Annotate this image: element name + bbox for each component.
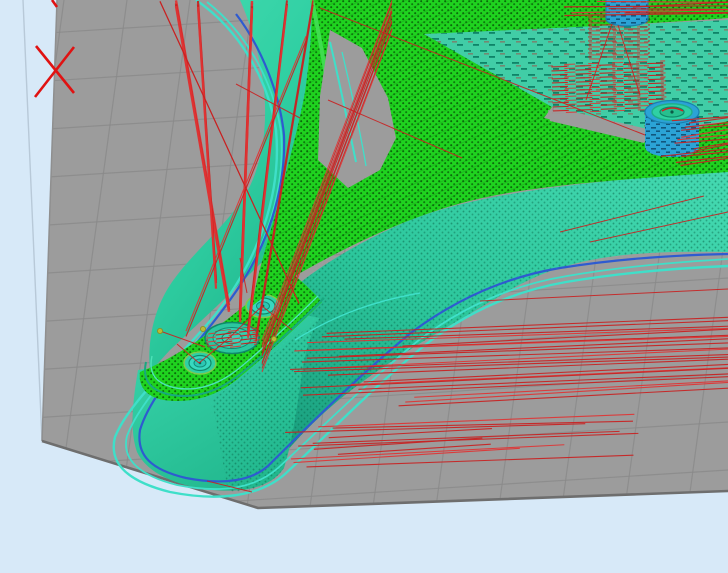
retraction-marker: [157, 328, 162, 333]
bolt-hole-3: [184, 352, 216, 374]
gcode-viewport[interactable]: [0, 0, 728, 573]
retraction-marker: [200, 326, 205, 331]
retraction-marker: [271, 336, 276, 341]
bolt-hole-recess: [205, 323, 261, 354]
preview-3d-scene[interactable]: [0, 0, 728, 573]
travel-line-top-right: [609, 9, 728, 10]
